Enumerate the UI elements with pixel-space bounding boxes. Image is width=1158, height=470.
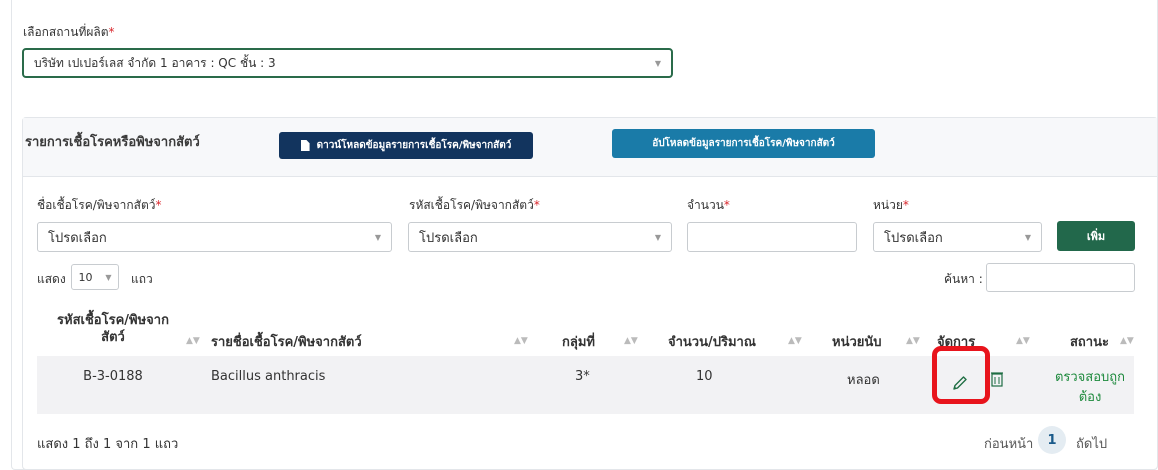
sort-icon: ▲▼: [186, 336, 200, 346]
chevron-down-icon: ▼: [105, 272, 112, 282]
document-icon: [300, 140, 310, 151]
pathogen-code-label: รหัสเชื้อโรค/พิษจากสัตว์*: [409, 198, 540, 212]
chevron-down-icon: ▼: [654, 232, 661, 242]
sort-icon: ▲▼: [624, 336, 638, 346]
table-info: แสดง 1 ถึง 1 จาก 1 แถว: [37, 437, 179, 452]
cell-name: Bacillus anthracis: [211, 369, 326, 384]
header-unit[interactable]: หน่วยนับ: [832, 331, 882, 352]
production-site-select[interactable]: บริษัท เปเปอร์เลส จำกัด 1 อาคาร : QC ชั้…: [22, 48, 673, 78]
unit-label: หน่วย*: [873, 198, 909, 212]
header-group[interactable]: กลุ่มที่: [562, 331, 595, 352]
pathogen-list-card: [22, 117, 1158, 470]
chevron-down-icon: ▼: [654, 58, 661, 68]
header-quantity[interactable]: จำนวน/ปริมาณ: [668, 331, 756, 352]
unit-select[interactable]: โปรดเลือก ▼: [873, 222, 1042, 252]
pencil-icon[interactable]: [952, 375, 968, 391]
sort-icon: ▲▼: [788, 336, 802, 346]
sort-icon: ▲▼: [514, 336, 528, 346]
add-button[interactable]: เพิ่ม: [1057, 221, 1135, 251]
page-length-select[interactable]: 10 ▼: [71, 264, 119, 290]
search-input[interactable]: [986, 263, 1135, 292]
sort-icon: ▲▼: [1016, 336, 1030, 346]
pagination-prev[interactable]: ก่อนหน้า: [984, 433, 1033, 454]
pathogen-name-select[interactable]: โปรดเลือก ▼: [37, 222, 392, 252]
status-badge: ตรวจสอบถูกต้อง: [1054, 370, 1126, 405]
header-name[interactable]: รายชื่อเชื้อโรค/พิษจากสัตว์: [211, 331, 362, 352]
pathogen-code-select[interactable]: โปรดเลือก ▼: [408, 222, 672, 252]
upload-pathogen-button[interactable]: อัปโหลดข้อมูลรายการเชื้อโรค/พิษจากสัตว์: [612, 129, 875, 158]
pathogen-name-label: ชื่อเชื้อโรค/พิษจากสัตว์*: [37, 198, 162, 212]
production-site-label: เลือกสถานที่ผลิต*: [23, 25, 115, 39]
header-code[interactable]: รหัสเชื้อโรค/พิษจาก สัตว์: [53, 312, 173, 346]
cell-quantity: 10: [696, 369, 713, 384]
search-label: ค้นหา :: [944, 272, 983, 286]
quantity-input[interactable]: [687, 222, 857, 252]
production-site-value: บริษัท เปเปอร์เลส จำกัด 1 อาคาร : QC ชั้…: [34, 55, 276, 70]
header-status[interactable]: สถานะ: [1070, 331, 1109, 352]
pagination-page-1[interactable]: 1: [1038, 426, 1066, 454]
rows-label: แถว: [131, 272, 153, 286]
sort-icon: ▲▼: [906, 336, 920, 346]
chevron-down-icon: ▼: [1024, 232, 1031, 242]
download-pathogen-button[interactable]: ดาวน์โหลดข้อมูลรายการเชื้อโรค/พิษจากสัตว…: [279, 132, 533, 159]
quantity-label: จำนวน*: [687, 198, 730, 212]
pagination-next[interactable]: ถัดไป: [1076, 433, 1107, 454]
cell-unit: หลอด: [847, 373, 880, 388]
cell-group: 3*: [575, 369, 590, 384]
cell-code: B-3-0188: [83, 369, 143, 384]
section-title: รายการเชื้อโรคหรือพิษจากสัตว์: [25, 135, 200, 150]
trash-icon[interactable]: [991, 371, 1003, 387]
sort-icon: ▲▼: [1120, 336, 1134, 346]
show-label: แสดง: [37, 272, 66, 286]
chevron-down-icon: ▼: [374, 232, 381, 242]
